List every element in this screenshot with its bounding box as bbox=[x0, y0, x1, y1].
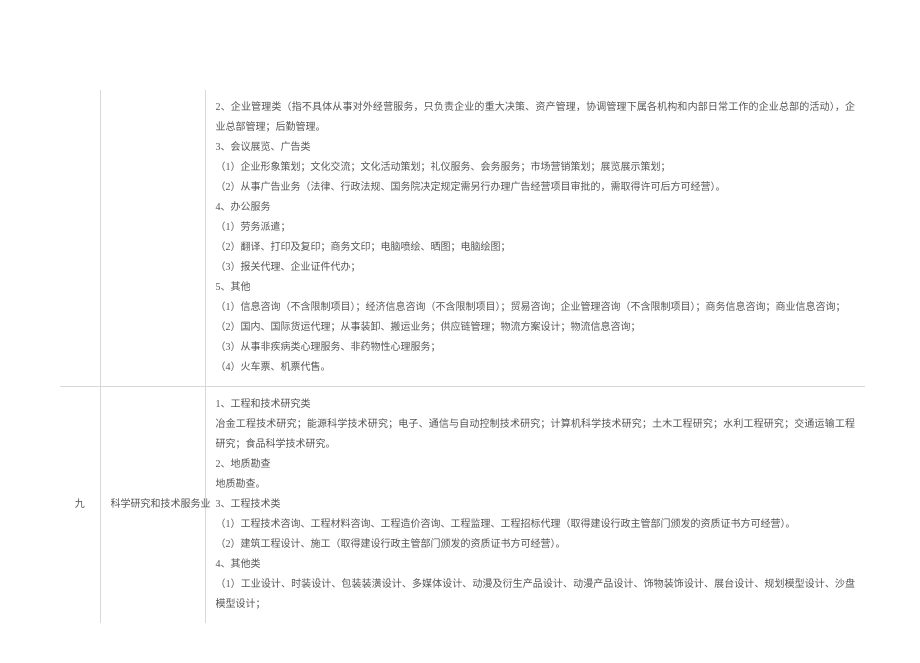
row-number-cell bbox=[60, 90, 100, 387]
desc-line: 5、其他 bbox=[216, 278, 856, 298]
desc-line: 4、其他类 bbox=[216, 555, 856, 575]
row-description-cell: 1、工程和技术研究类 冶金工程技术研究；能源科学技术研究；电子、通信与自动控制技… bbox=[205, 387, 865, 624]
desc-line: （3）从事非疾病类心理服务、非药物性心理服务； bbox=[216, 338, 856, 358]
desc-line: （1）劳务派遣； bbox=[216, 218, 856, 238]
desc-line: 2、企业管理类（指不具体从事对外经营服务，只负责企业的重大决策、资产管理，协调管… bbox=[216, 98, 856, 138]
row-category-cell: 科学研究和技术服务业 bbox=[100, 387, 205, 624]
row-description-cell: 2、企业管理类（指不具体从事对外经营服务，只负责企业的重大决策、资产管理，协调管… bbox=[205, 90, 865, 387]
desc-line: （3）报关代理、企业证件代办； bbox=[216, 258, 856, 278]
desc-line: （2）翻译、打印及复印；商务文印；电脑喷绘、晒图；电脑绘图； bbox=[216, 238, 856, 258]
desc-line: （1）信息咨询（不含限制项目）；经济信息咨询（不含限制项目）；贸易咨询；企业管理… bbox=[216, 298, 856, 318]
desc-line: 1、工程和技术研究类 bbox=[216, 395, 856, 415]
desc-line: （1）工程技术咨询、工程材料咨询、工程造价咨询、工程监理、工程招标代理（取得建设… bbox=[216, 515, 856, 535]
desc-line: 2、地质勘查 bbox=[216, 455, 856, 475]
desc-line: 3、工程技术类 bbox=[216, 495, 856, 515]
document-table: 2、企业管理类（指不具体从事对外经营服务，只负责企业的重大决策、资产管理，协调管… bbox=[60, 90, 865, 623]
desc-line: 3、会议展览、广告类 bbox=[216, 138, 856, 158]
desc-line: 冶金工程技术研究；能源科学技术研究；电子、通信与自动控制技术研究；计算机科学技术… bbox=[216, 415, 856, 455]
desc-line: （1）企业形象策划；文化交流；文化活动策划；礼仪服务、会务服务；市场营销策划；展… bbox=[216, 158, 856, 178]
table-row: 2、企业管理类（指不具体从事对外经营服务，只负责企业的重大决策、资产管理，协调管… bbox=[60, 90, 865, 387]
desc-line: 4、办公服务 bbox=[216, 198, 856, 218]
desc-line: （4）火车票、机票代售。 bbox=[216, 358, 856, 378]
desc-line: （2）从事广告业务（法律、行政法规、国务院决定规定需另行办理广告经营项目审批的，… bbox=[216, 178, 856, 198]
row-category-cell bbox=[100, 90, 205, 387]
desc-line: （1）工业设计、时装设计、包装装潢设计、多媒体设计、动漫及衍生产品设计、动漫产品… bbox=[216, 575, 856, 615]
table-row: 九 科学研究和技术服务业 1、工程和技术研究类 冶金工程技术研究；能源科学技术研… bbox=[60, 387, 865, 624]
desc-line: （2）国内、国际货运代理；从事装卸、搬运业务；供应链管理；物流方案设计；物流信息… bbox=[216, 318, 856, 338]
desc-line: 地质勘查。 bbox=[216, 475, 856, 495]
desc-line: （2）建筑工程设计、施工（取得建设行政主管部门颁发的资质证书方可经营）。 bbox=[216, 535, 856, 555]
row-number-cell: 九 bbox=[60, 387, 100, 624]
